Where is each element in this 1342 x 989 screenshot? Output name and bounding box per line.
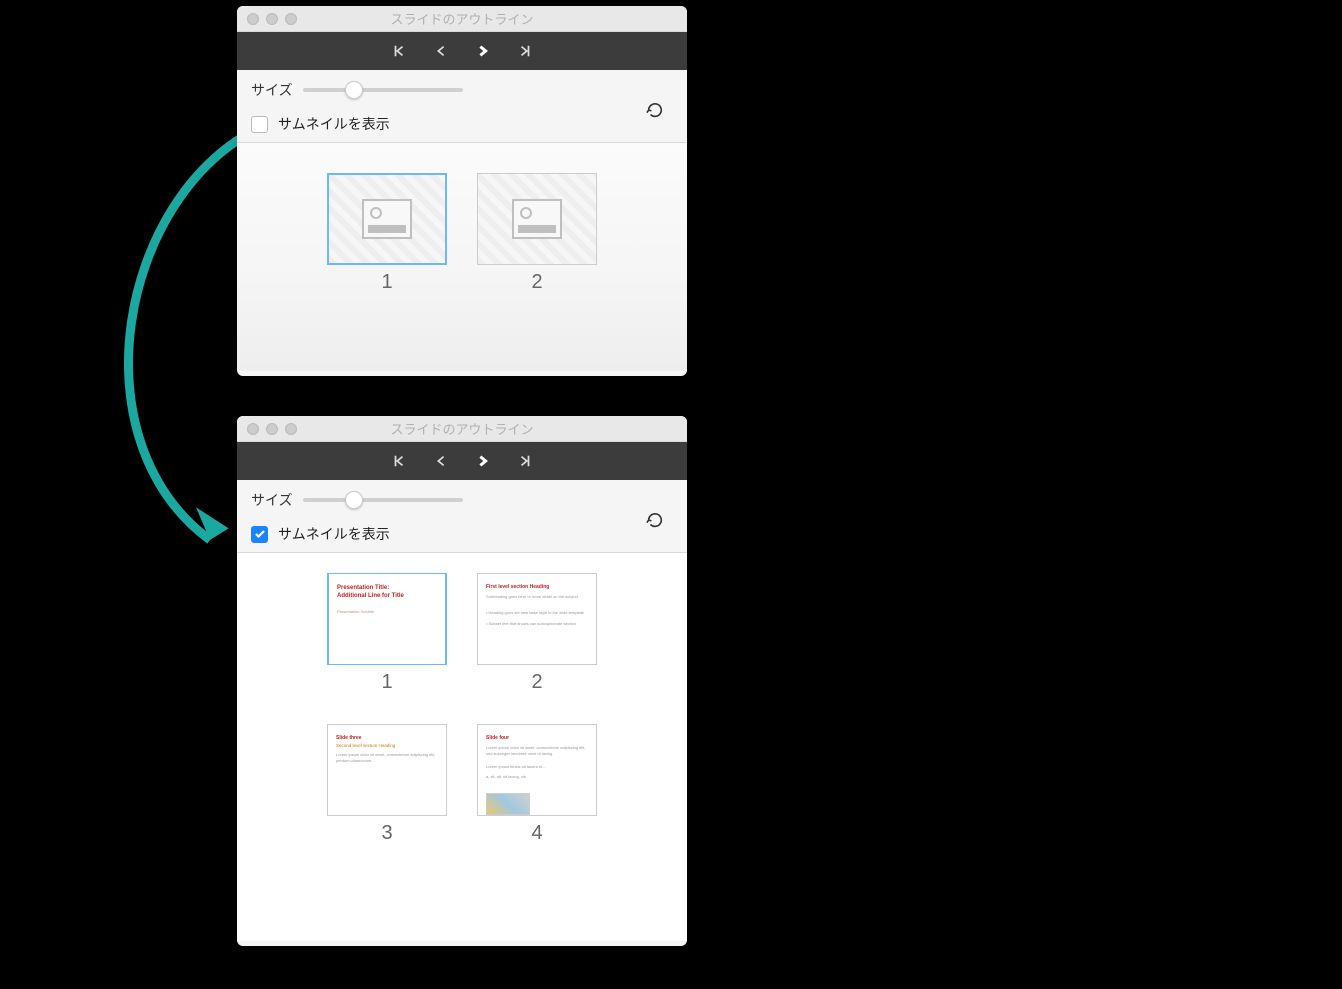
prev-slide-button[interactable] [431, 41, 451, 61]
slide-thumbnail[interactable]: Slide four Lorem ipsum dolor sit amet, c… [477, 724, 597, 845]
slide-number: 1 [381, 671, 392, 694]
slide-preview: First level section Heading Subheading g… [477, 573, 597, 665]
slide-body-text: Lorem ipsum dolor sit amet, consectetum … [336, 752, 438, 765]
size-slider[interactable] [303, 82, 463, 98]
show-thumbnails-checkbox[interactable] [251, 116, 268, 133]
minimize-icon[interactable] [266, 13, 278, 25]
thumbnail-area: Presentation Title: Additional Line for … [237, 553, 687, 941]
refresh-button[interactable] [643, 508, 667, 532]
next-slide-button[interactable] [473, 451, 493, 471]
nav-toolbar [237, 32, 687, 70]
traffic-lights [247, 13, 297, 25]
maximize-icon[interactable] [285, 423, 297, 435]
titlebar: スライドのアウトライン [237, 416, 687, 442]
slide-heading-text: First level section Heading [486, 584, 588, 590]
slide-preview: Presentation Title: Additional Line for … [327, 573, 447, 665]
slide-body-text: Subheading goes here or more detail on t… [486, 594, 588, 600]
refresh-button[interactable] [643, 98, 667, 122]
placeholder-image-icon [327, 173, 447, 265]
slide-thumbnail[interactable]: 2 [477, 173, 597, 294]
show-thumbnails-checkbox[interactable] [251, 526, 268, 543]
prev-slide-button[interactable] [431, 451, 451, 471]
slide-title-text: Additional Line for Title [337, 592, 437, 600]
slide-subtitle-text: Presentation Subtitle [337, 609, 437, 614]
controls-panel: サイズ サムネイルを表示 [237, 70, 687, 143]
slide-thumbnail[interactable]: 1 [327, 173, 447, 294]
slide-title-text: Presentation Title: [337, 584, 437, 592]
show-thumbnails-label: サムネイルを表示 [278, 114, 390, 134]
outline-window-checked: スライドのアウトライン サイズ サムネイルを表示 Pr [237, 416, 687, 946]
slide-image-placeholder [486, 793, 530, 815]
slide-subheading-text: Second level section Heading [336, 743, 438, 748]
first-slide-button[interactable] [389, 41, 409, 61]
size-label: サイズ [251, 80, 293, 100]
minimize-icon[interactable] [266, 423, 278, 435]
titlebar: スライドのアウトライン [237, 6, 687, 32]
slide-heading-text: Slide three [336, 735, 438, 741]
size-label: サイズ [251, 490, 293, 510]
placeholder-image-icon [477, 173, 597, 265]
slide-number: 1 [381, 271, 392, 294]
show-thumbnails-label: サムネイルを表示 [278, 524, 390, 544]
close-icon[interactable] [247, 423, 259, 435]
slide-thumbnail[interactable]: Slide three Second level section Heading… [327, 724, 447, 845]
slide-preview: Slide three Second level section Heading… [327, 724, 447, 816]
slide-bullet-text: • Subset text that shows can subcaptiona… [486, 621, 588, 627]
controls-panel: サイズ サムネイルを表示 [237, 480, 687, 553]
size-slider[interactable] [303, 492, 463, 508]
slide-body-text: a, sit, alt, sit lacing, vib [486, 774, 588, 780]
slide-bullet-text: • Heading goes set new base style in the… [486, 610, 588, 616]
nav-toolbar [237, 442, 687, 480]
last-slide-button[interactable] [515, 41, 535, 61]
slider-thumb[interactable] [345, 81, 363, 99]
slide-heading-text: Slide four [486, 735, 588, 741]
slide-preview: Slide four Lorem ipsum dolor sit amet, c… [477, 724, 597, 816]
slide-number: 2 [531, 271, 542, 294]
close-icon[interactable] [247, 13, 259, 25]
traffic-lights [247, 423, 297, 435]
slide-number: 4 [531, 822, 542, 845]
slide-thumbnail[interactable]: First level section Heading Subheading g… [477, 573, 597, 694]
window-title: スライドのアウトライン [247, 419, 677, 438]
outline-window-unchecked: スライドのアウトライン サイズ サムネイルを表示 1 2 [237, 6, 687, 376]
thumbnail-area: 1 2 [237, 143, 687, 371]
slider-thumb[interactable] [345, 491, 363, 509]
slide-thumbnail[interactable]: Presentation Title: Additional Line for … [327, 573, 447, 694]
window-title: スライドのアウトライン [247, 9, 677, 28]
first-slide-button[interactable] [389, 451, 409, 471]
slide-number: 2 [531, 671, 542, 694]
maximize-icon[interactable] [285, 13, 297, 25]
slide-number: 3 [381, 822, 392, 845]
next-slide-button[interactable] [473, 41, 493, 61]
slide-body-text: Lorem ipsum titulus sit lacera et... [486, 764, 588, 770]
last-slide-button[interactable] [515, 451, 535, 471]
slide-body-text: Lorem ipsum dolor sit amet, consectetum … [486, 745, 588, 758]
